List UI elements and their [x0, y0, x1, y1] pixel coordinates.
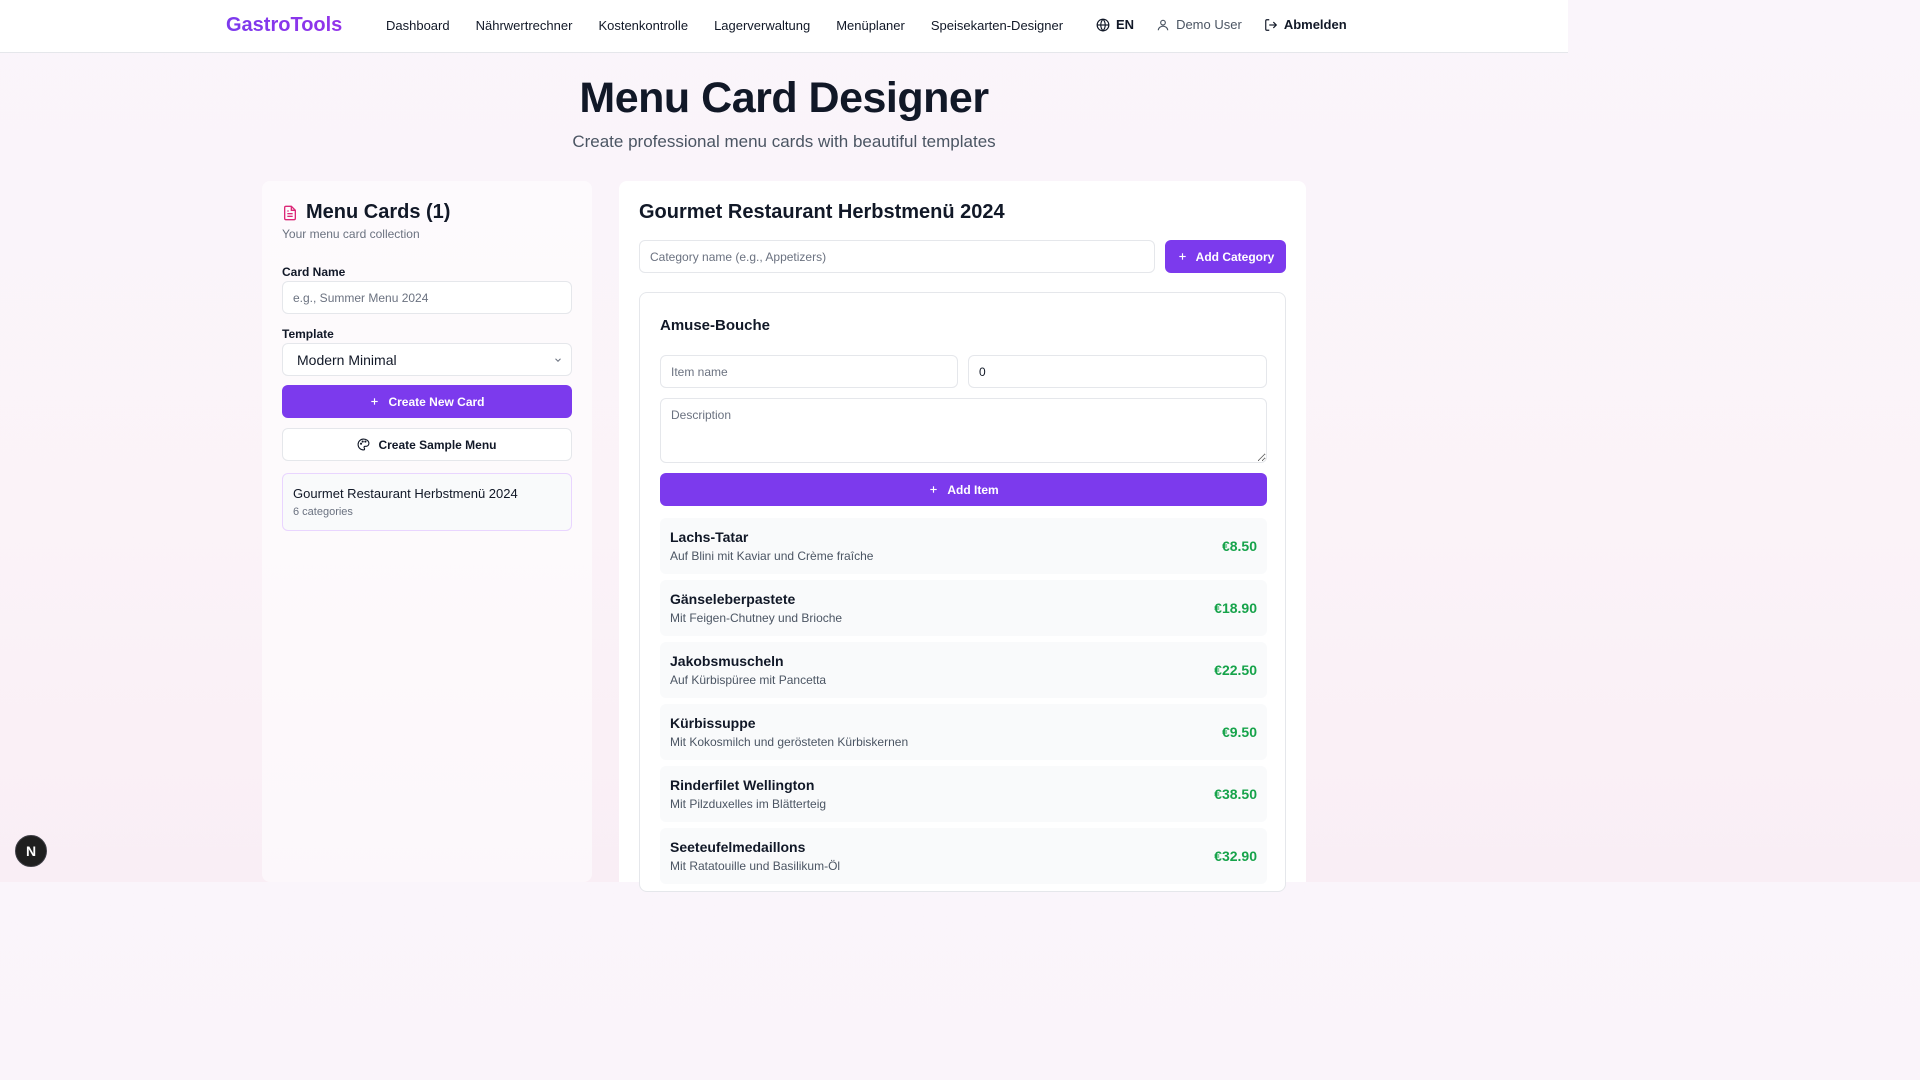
- plus-icon: [1178, 253, 1186, 260]
- app-logo[interactable]: GastroTools: [226, 14, 342, 37]
- menu-item[interactable]: Lachs-Tatar Auf Blini mit Kaviar und Crè…: [660, 518, 1267, 574]
- logout-icon: [1264, 18, 1277, 31]
- menu-item[interactable]: Seeteufelmedaillons Mit Ratatouille und …: [660, 828, 1267, 884]
- menu-item-price: €22.50: [1214, 662, 1257, 678]
- nav-link-lagerverwaltung[interactable]: Lagerverwaltung: [714, 18, 810, 33]
- menu-card-name: Gourmet Restaurant Herbstmenü 2024: [293, 486, 518, 501]
- menu-item[interactable]: Kürbissuppe Mit Kokosmilch und geröstete…: [660, 704, 1267, 760]
- template-selected-value: Modern Minimal: [297, 351, 397, 368]
- menu-item-price: €18.90: [1214, 600, 1257, 616]
- menu-cards-header: Menu Cards (1): [282, 201, 450, 224]
- category-title: Amuse-Bouche: [660, 317, 771, 334]
- plus-icon: [930, 486, 938, 493]
- menu-item-description: Auf Blini mit Kaviar und Crème fraîche: [670, 549, 874, 563]
- menu-item-price: €32.90: [1214, 848, 1257, 864]
- chevron-down-icon: [555, 358, 561, 362]
- nav-links: Dashboard Nährwertrechner Kostenkontroll…: [386, 18, 1063, 33]
- menu-item-description: Mit Ratatouille und Basilikum-Öl: [670, 859, 841, 873]
- item-name-input[interactable]: [660, 355, 958, 388]
- dev-tools-badge[interactable]: N: [15, 835, 47, 867]
- nav-link-kostenkontrolle[interactable]: Kostenkontrolle: [598, 18, 688, 33]
- create-new-card-button[interactable]: Create New Card: [282, 385, 572, 418]
- menu-card-category-count: 6 categories: [293, 506, 353, 518]
- add-item-button[interactable]: Add Item: [660, 473, 1267, 506]
- menu-card-editor: Gourmet Restaurant Herbstmenü 2024 Add C…: [619, 181, 1306, 892]
- item-description-input[interactable]: [660, 398, 1267, 463]
- add-category-button[interactable]: Add Category: [1165, 240, 1286, 273]
- palette-icon: [358, 438, 370, 451]
- menu-item-description: Auf Kürbispüree mit Pancetta: [670, 673, 827, 687]
- menu-item-name: Rinderfilet Wellington: [670, 777, 815, 793]
- menu-item[interactable]: Rinderfilet Wellington Mit Pilzduxelles …: [660, 766, 1267, 822]
- nav-link-naehrwertrechner[interactable]: Nährwertrechner: [476, 18, 573, 33]
- category-name-input[interactable]: [639, 240, 1155, 273]
- plus-icon: [371, 398, 379, 405]
- nav-link-speisekarten-designer[interactable]: Speisekarten-Designer: [931, 18, 1063, 33]
- card-name-input[interactable]: [282, 281, 572, 314]
- menu-item-name: Jakobsmuscheln: [670, 653, 784, 669]
- item-price-input[interactable]: [968, 355, 1267, 388]
- menu-item-name: Kürbissuppe: [670, 715, 756, 731]
- menu-item-name: Gänseleberpastete: [670, 591, 796, 607]
- menu-item[interactable]: Gänseleberpastete Mit Feigen-Chutney und…: [660, 580, 1267, 636]
- card-name-label: Card Name: [282, 265, 346, 279]
- menu-item-description: Mit Feigen-Chutney und Brioche: [670, 611, 843, 625]
- template-select[interactable]: Modern Minimal: [282, 343, 572, 376]
- menu-item-name: Seeteufelmedaillons: [670, 839, 806, 855]
- user-name: Demo User: [1176, 17, 1242, 32]
- template-label: Template: [282, 327, 334, 341]
- menu-item-description: Mit Kokosmilch und gerösteten Kürbiskern…: [670, 735, 909, 749]
- menu-cards-description: Your menu card collection: [282, 227, 420, 241]
- logout-button[interactable]: Abmelden: [1264, 17, 1347, 32]
- nav-link-dashboard[interactable]: Dashboard: [386, 18, 450, 33]
- menu-item-description: Mit Pilzduxelles im Blätterteig: [670, 797, 827, 811]
- globe-icon: [1096, 18, 1110, 32]
- user-menu[interactable]: Demo User: [1156, 17, 1242, 32]
- menu-item[interactable]: Jakobsmuscheln Auf Kürbispüree mit Pance…: [660, 642, 1267, 698]
- create-new-card-label: Create New Card: [388, 394, 485, 409]
- menu-cards-panel: Menu Cards (1) Your menu card collection…: [262, 181, 592, 882]
- menu-item-price: €38.50: [1214, 786, 1257, 802]
- menu-item-name: Lachs-Tatar: [670, 529, 749, 545]
- menu-item-price: €9.50: [1221, 724, 1257, 740]
- add-item-label: Add Item: [947, 482, 999, 497]
- language-label: EN: [1116, 17, 1135, 32]
- user-icon: [1157, 19, 1169, 30]
- top-navbar: GastroTools Dashboard Nährwertrechner Ko…: [0, 0, 1568, 53]
- language-switcher[interactable]: EN: [1096, 17, 1134, 32]
- menu-item-price: €8.50: [1221, 538, 1257, 554]
- page-title: Menu Card Designer: [579, 74, 989, 122]
- category-section: Amuse-Bouche Add Item Lachs-Tatar Auf Bl…: [639, 292, 1286, 892]
- create-sample-menu-label: Create Sample Menu: [378, 437, 497, 452]
- editor-title: Gourmet Restaurant Herbstmenü 2024: [639, 201, 1005, 223]
- create-sample-menu-button[interactable]: Create Sample Menu: [282, 428, 572, 461]
- page-subtitle: Create professional menu cards with beau…: [572, 132, 996, 151]
- document-icon: [284, 205, 296, 220]
- menu-cards-title: Menu Cards (1): [306, 201, 451, 223]
- menu-card-list-item[interactable]: Gourmet Restaurant Herbstmenü 2024 6 cat…: [282, 473, 572, 531]
- nav-link-menueplaner[interactable]: Menüplaner: [836, 18, 905, 33]
- nav-right: EN Demo User Abmelden: [1096, 17, 1347, 32]
- add-category-label: Add Category: [1195, 249, 1275, 264]
- logout-label: Abmelden: [1283, 17, 1347, 32]
